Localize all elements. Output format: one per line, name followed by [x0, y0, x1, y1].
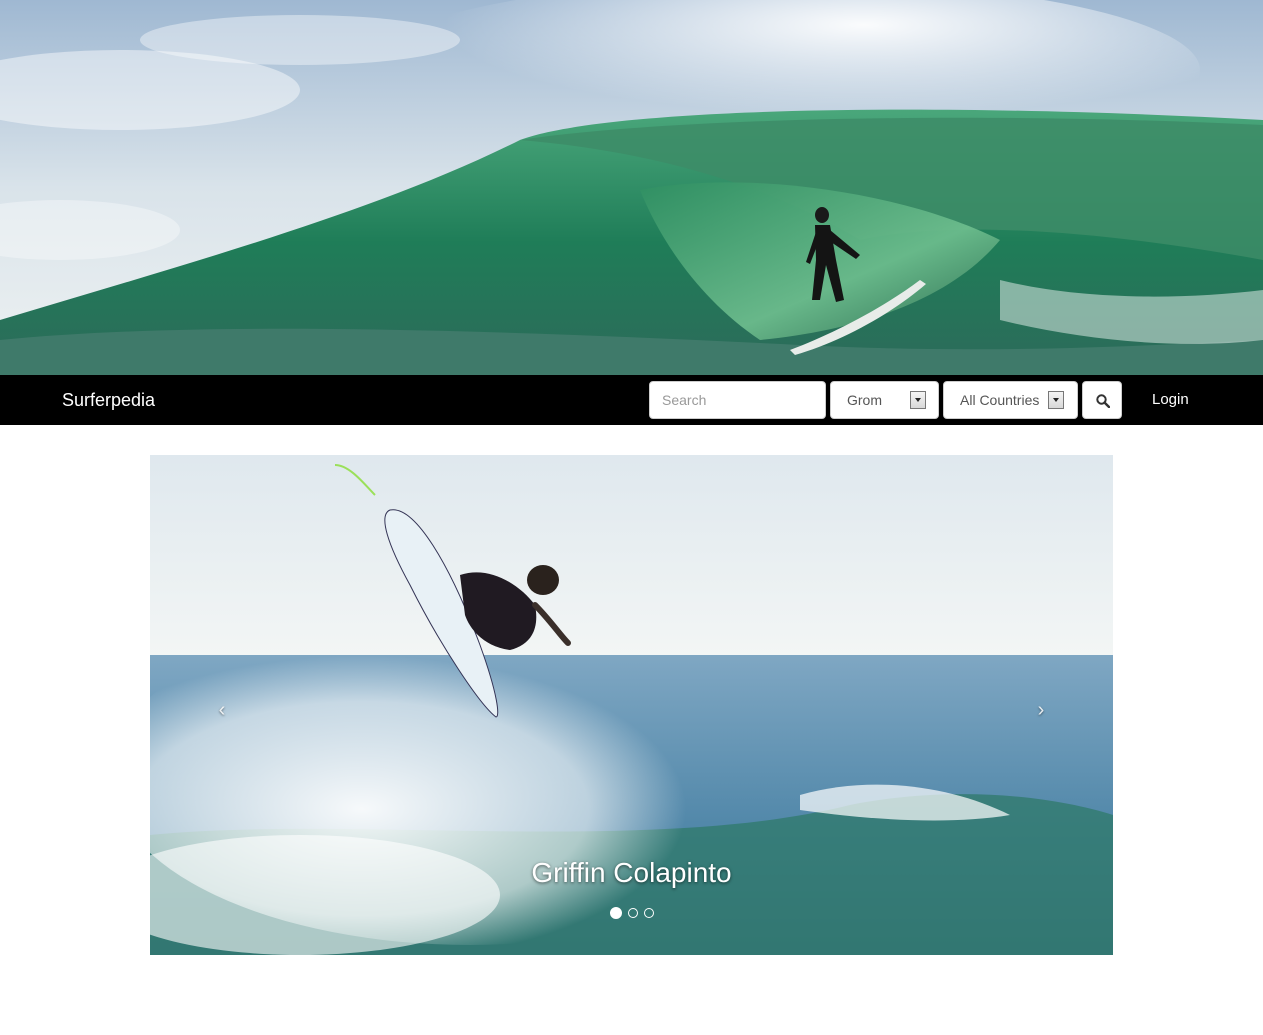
- country-select[interactable]: All Countries: [943, 381, 1078, 419]
- brand-link[interactable]: Surferpedia: [62, 389, 155, 411]
- carousel-indicator[interactable]: [627, 908, 638, 918]
- carousel-indicator[interactable]: [609, 907, 622, 919]
- search-icon: [1096, 394, 1110, 408]
- level-select[interactable]: Grom: [830, 381, 939, 419]
- country-select-value: All Countries: [960, 392, 1040, 408]
- hero-banner: [0, 0, 1263, 375]
- navbar: Surferpedia Grom All Countries Login: [0, 375, 1263, 425]
- search-input[interactable]: [649, 381, 826, 419]
- carousel-next-button[interactable]: ›: [1031, 700, 1051, 720]
- login-link[interactable]: Login: [1152, 391, 1189, 409]
- carousel-indicators: [150, 907, 1113, 919]
- carousel-prev-button[interactable]: ‹: [212, 700, 232, 720]
- carousel-indicator[interactable]: [643, 908, 654, 918]
- chevron-down-icon: [910, 391, 926, 409]
- search-button[interactable]: [1082, 381, 1122, 419]
- carousel: ‹ › Griffin Colapinto: [150, 455, 1113, 955]
- hero-wave-image: [0, 0, 1263, 375]
- chevron-down-icon: [1048, 391, 1064, 409]
- level-select-value: Grom: [847, 392, 882, 408]
- carousel-caption: Griffin Colapinto: [531, 857, 732, 888]
